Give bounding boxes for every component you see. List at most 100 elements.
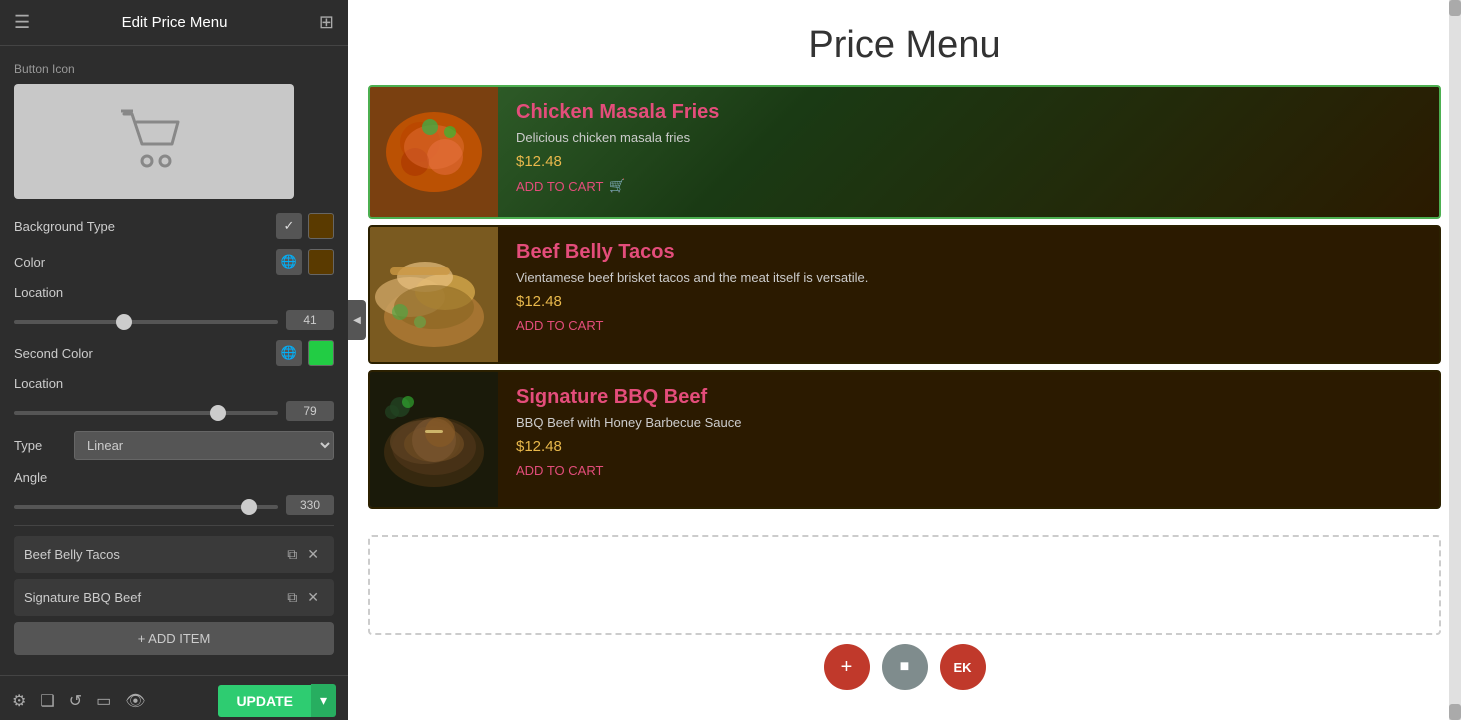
scrollbar-thumb-top[interactable] [1449,0,1461,16]
bbq-img-svg [370,372,498,507]
second-location-value-input[interactable]: 79 [286,401,334,421]
color-row: Color 🌐 [14,249,334,275]
angle-label: Angle [14,470,47,485]
main-content: Price Menu Chick [348,0,1461,720]
angle-label-row: Angle [14,470,334,485]
bbq-add-label: ADD TO CART [516,463,603,478]
menu-card-bbq: Signature BBQ Beef BBQ Beef with Honey B… [368,370,1441,509]
chicken-add-label: ADD TO CART [516,179,603,194]
bbq-name: Signature BBQ Beef [516,386,1421,409]
type-label: Type [14,438,74,453]
fab-stop-btn[interactable]: ■ [882,644,928,690]
color-swatch[interactable] [308,249,334,275]
second-location-slider-row: 79 [14,401,334,421]
add-item-button[interactable]: + ADD ITEM [14,622,334,655]
second-location-label-row: Location [14,376,334,391]
background-type-row: Background Type ✓ [14,213,334,239]
bbq-card-body: Signature BBQ Beef BBQ Beef with Honey B… [498,372,1439,507]
drop-zone [368,535,1441,635]
angle-value-input[interactable]: 330 [286,495,334,515]
chicken-add-to-cart[interactable]: ADD TO CART 🛒 [516,178,1421,194]
beef-desc: Vientamese beef brisket tacos and the me… [516,270,1421,285]
list-item-signature-bbq-label: Signature BBQ Beef [24,590,282,605]
beef-add-to-cart[interactable]: ADD TO CART [516,318,1421,333]
signature-bbq-remove-btn[interactable]: ✕ [302,587,324,608]
beef-image [370,227,498,362]
eye-icon-btn[interactable]: 👁 [125,691,145,711]
gear-icon-btn[interactable]: ⚙ [12,691,26,711]
second-color-swatch[interactable] [308,340,334,366]
angle-slider-row: 330 [14,495,334,515]
update-button[interactable]: UPDATE [218,685,311,717]
divider [14,525,334,526]
chicken-desc: Delicious chicken masala fries [516,130,1421,145]
bg-type-controls: ✓ [276,213,334,239]
fab-add-btn[interactable]: + [824,644,870,690]
color-label: Color [14,255,45,270]
bg-type-check-btn[interactable]: ✓ [276,213,302,239]
bbq-price: $12.48 [516,438,1421,455]
bg-type-swatch[interactable] [308,213,334,239]
beef-img-svg [370,227,498,362]
menu-container: Chicken Masala Fries Delicious chicken m… [348,85,1461,525]
color-globe-btn[interactable]: 🌐 [276,249,302,275]
location-label-row: Location [14,285,334,300]
list-item-beef-belly: Beef Belly Tacos ⧉ ✕ [14,536,334,573]
top-bar: ☰ Edit Price Menu ⊞ [0,0,348,46]
location-slider-container [14,311,278,329]
chicken-name: Chicken Masala Fries [516,101,1421,124]
second-location-slider-container [14,402,278,420]
update-btn-group: UPDATE ▾ [218,684,336,717]
chicken-image [370,87,498,217]
second-location-slider[interactable] [14,411,278,415]
type-row: Type Linear Radial [14,431,334,460]
beef-card-body: Beef Belly Tacos Vientamese beef brisket… [498,227,1439,362]
angle-slider-container [14,496,278,514]
location-slider[interactable] [14,320,278,324]
button-icon-preview [14,84,294,199]
right-panel: Price Menu Chick [348,0,1461,720]
location-label: Location [14,285,63,300]
panel-content: Button Icon Background Type ✓ Color 🌐 [0,46,348,675]
second-color-controls: 🌐 [276,340,334,366]
grid-icon[interactable]: ⊞ [319,12,334,33]
hamburger-icon[interactable]: ☰ [14,12,30,33]
list-item-signature-bbq: Signature BBQ Beef ⧉ ✕ [14,579,334,616]
location-value-input[interactable]: 41 [286,310,334,330]
chicken-card-body: Chicken Masala Fries Delicious chicken m… [498,87,1439,217]
fab-ek-btn[interactable]: EK [940,644,986,690]
beef-belly-copy-btn[interactable]: ⧉ [282,544,302,565]
history-icon-btn[interactable]: ↺ [69,691,82,711]
second-location-label: Location [14,376,63,391]
bbq-add-to-cart[interactable]: ADD TO CART [516,463,1421,478]
button-icon-label: Button Icon [14,62,334,76]
scrollbar-thumb-bottom[interactable] [1449,704,1461,720]
chicken-cart-icon: 🛒 [609,178,625,194]
color-controls: 🌐 [276,249,334,275]
device-icon-btn[interactable]: ▭ [96,691,111,711]
beef-add-label: ADD TO CART [516,318,603,333]
cart-icon [119,109,189,174]
menu-card-chicken: Chicken Masala Fries Delicious chicken m… [368,85,1441,219]
bbq-image [370,372,498,507]
location-slider-row: 41 [14,310,334,330]
second-color-row: Second Color 🌐 [14,340,334,366]
menu-card-beef: Beef Belly Tacos Vientamese beef brisket… [368,225,1441,364]
beef-price: $12.48 [516,293,1421,310]
collapse-arrow-btn[interactable]: ◀ [348,300,366,340]
list-item-beef-belly-label: Beef Belly Tacos [24,547,282,562]
type-select[interactable]: Linear Radial [74,431,334,460]
angle-slider[interactable] [14,505,278,509]
update-arrow-btn[interactable]: ▾ [311,684,336,717]
second-color-label: Second Color [14,346,93,361]
chicken-img-svg [370,87,498,217]
left-panel: ☰ Edit Price Menu ⊞ Button Icon Backgrou… [0,0,348,720]
signature-bbq-copy-btn[interactable]: ⧉ [282,587,302,608]
page-title: Price Menu [348,0,1461,85]
scrollbar-track [1449,0,1461,720]
beef-name: Beef Belly Tacos [516,241,1421,264]
beef-belly-remove-btn[interactable]: ✕ [302,544,324,565]
layers-icon-btn[interactable]: ❑ [40,691,54,711]
fab-row: + ■ EK [348,634,1461,700]
second-color-globe-btn[interactable]: 🌐 [276,340,302,366]
